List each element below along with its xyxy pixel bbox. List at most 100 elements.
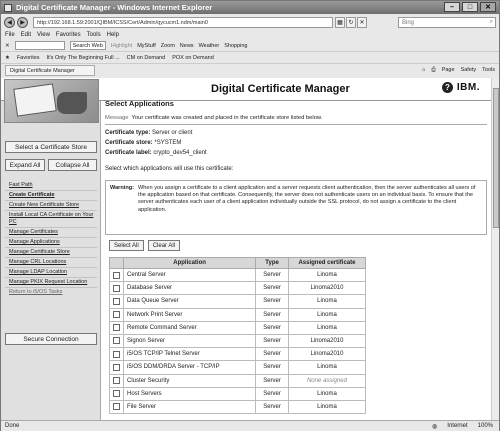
row-checkbox[interactable] bbox=[113, 350, 120, 358]
back-icon[interactable]: ◀ bbox=[4, 17, 15, 28]
row-application: i5/OS TCP/IP Telnet Server bbox=[122, 347, 257, 362]
search-icon[interactable]: ⌕ bbox=[490, 19, 495, 26]
favorites-bar: ★ Favorites It's Only The Beginning Full… bbox=[1, 53, 499, 64]
cert-store-label: Certificate store: bbox=[105, 140, 153, 146]
toolbar-shopping[interactable]: Shopping bbox=[224, 43, 247, 49]
toolbar-search-box[interactable] bbox=[14, 41, 65, 50]
message-text: Your certificate was created and placed … bbox=[131, 115, 323, 121]
row-checkbox[interactable] bbox=[113, 271, 120, 279]
menu-favorites[interactable]: Favorites bbox=[56, 32, 81, 38]
expand-all-button[interactable]: Expand All bbox=[5, 159, 45, 171]
row-application: Remote Command Server bbox=[122, 320, 257, 335]
nav-fast-path[interactable]: Fast Path bbox=[5, 181, 97, 191]
row-cert: Linoma bbox=[287, 294, 367, 309]
zoom-level[interactable]: 100% bbox=[478, 423, 493, 430]
nav-manage-certificates[interactable]: Manage Certificates bbox=[5, 228, 97, 238]
secure-connection-button[interactable]: Secure Connection bbox=[5, 333, 97, 345]
scrollbar-thumb[interactable] bbox=[493, 88, 499, 228]
nav-manage-applications[interactable]: Manage Applications bbox=[5, 238, 97, 248]
help-icon[interactable]: ? bbox=[442, 82, 453, 93]
row-application: Signon Server bbox=[122, 333, 257, 349]
nav-manage-pkix[interactable]: Manage PKIX Request Location bbox=[5, 278, 97, 288]
forward-icon[interactable]: ▶ bbox=[17, 17, 28, 28]
favorite-link-1[interactable]: It's Only The Beginning Full ... bbox=[47, 55, 120, 61]
selection-buttons: Select All Clear All bbox=[109, 240, 181, 251]
toolbar-weather[interactable]: Weather bbox=[199, 43, 220, 49]
table-row: Network Print Server Server Linoma bbox=[109, 307, 367, 322]
row-checkbox[interactable] bbox=[113, 297, 120, 305]
title-bar: Digital Certificate Manager - Windows In… bbox=[1, 1, 499, 14]
menu-help[interactable]: Help bbox=[107, 32, 119, 38]
menu-file[interactable]: File bbox=[5, 32, 15, 38]
tab-dcm[interactable]: Digital Certificate Manager bbox=[5, 65, 95, 76]
favorite-link-3[interactable]: POX on Demand bbox=[172, 55, 214, 61]
row-checkbox[interactable] bbox=[113, 390, 120, 398]
cert-store-value: *SYSTEM bbox=[154, 140, 182, 146]
cert-label-line: Certificate label: crypto_dev54_client bbox=[105, 150, 207, 156]
url-field[interactable]: http://192.168.1.59:2001/QIBM/ICSS/Cert/… bbox=[33, 17, 333, 28]
menu-view[interactable]: View bbox=[37, 32, 50, 38]
cert-type-value: Server or client bbox=[152, 130, 193, 136]
row-type: Server bbox=[255, 307, 289, 322]
compat-icon[interactable]: ▦ bbox=[335, 17, 345, 28]
stop-icon[interactable]: ✕ bbox=[357, 17, 367, 28]
nav-install-ca[interactable]: Install Local CA Certificate on Your PC bbox=[5, 211, 97, 228]
message-label: Message bbox=[105, 115, 129, 121]
window-title: Digital Certificate Manager - Windows In… bbox=[16, 3, 213, 12]
row-cert: Linoma bbox=[287, 399, 367, 415]
row-type: Server bbox=[255, 399, 289, 415]
nav-return[interactable]: Return to i5/OS Tasks bbox=[5, 288, 97, 297]
search-field[interactable]: Bing ⌕ bbox=[398, 17, 496, 28]
sidebar: Select a Certificate Store Expand All Co… bbox=[1, 101, 101, 420]
row-cert: Linoma2010 bbox=[287, 347, 367, 362]
select-all-button[interactable]: Select All bbox=[109, 240, 144, 251]
select-store-button[interactable]: Select a Certificate Store bbox=[5, 141, 97, 153]
favorites-star-icon: ★ bbox=[5, 55, 10, 61]
cmd-tools[interactable]: Tools bbox=[482, 67, 495, 74]
toolbar-mystuff[interactable]: MyStuff bbox=[137, 43, 156, 49]
row-checkbox[interactable] bbox=[113, 311, 120, 319]
toolbar-highlight[interactable]: Highlight bbox=[111, 43, 132, 49]
row-checkbox[interactable] bbox=[113, 403, 120, 411]
row-type: Server bbox=[255, 281, 289, 296]
row-type: Server bbox=[255, 373, 289, 388]
collapse-all-button[interactable]: Collapse All bbox=[48, 159, 97, 171]
row-checkbox[interactable] bbox=[113, 363, 120, 371]
nav-manage-ldap[interactable]: Manage LDAP Location bbox=[5, 268, 97, 278]
header-type: Type bbox=[255, 257, 289, 269]
status-bar: Done ◍ Internet 100% bbox=[1, 420, 499, 431]
cmd-safety[interactable]: Safety bbox=[461, 67, 477, 74]
toolbar-news[interactable]: News bbox=[180, 43, 194, 49]
toolbar-zoom[interactable]: Zoom bbox=[161, 43, 175, 49]
cmd-page[interactable]: Page bbox=[442, 67, 455, 74]
menu-edit[interactable]: Edit bbox=[21, 32, 31, 38]
nav-create-certificate[interactable]: Create Certificate bbox=[5, 191, 97, 201]
table-row: Database Server Server Linoma2010 bbox=[109, 281, 367, 296]
print-icon[interactable]: ⎙ bbox=[431, 67, 435, 74]
refresh-icon[interactable]: ↻ bbox=[346, 17, 356, 28]
close-button[interactable]: ✕ bbox=[480, 2, 496, 12]
menu-tools[interactable]: Tools bbox=[87, 32, 101, 38]
home-icon[interactable]: ⌂ bbox=[422, 67, 425, 74]
toolbar-close-icon[interactable]: ✕ bbox=[5, 43, 10, 49]
nav-manage-crl[interactable]: Manage CRL Locations bbox=[5, 258, 97, 268]
ibm-logo: IBM. bbox=[456, 82, 480, 93]
page-title: Digital Certificate Manager bbox=[211, 83, 350, 95]
header-application: Application bbox=[122, 257, 257, 269]
favorite-link-2[interactable]: CM on Demand bbox=[127, 55, 166, 61]
vertical-scrollbar[interactable] bbox=[491, 78, 499, 420]
nav-create-store[interactable]: Create New Certificate Store bbox=[5, 201, 97, 211]
cert-store-line: Certificate store: *SYSTEM bbox=[105, 140, 181, 146]
maximize-button[interactable]: □ bbox=[462, 2, 478, 12]
row-checkbox[interactable] bbox=[113, 337, 120, 345]
row-cert: Linoma bbox=[287, 320, 367, 335]
row-checkbox[interactable] bbox=[113, 377, 120, 385]
nav-manage-store[interactable]: Manage Certificate Store bbox=[5, 248, 97, 258]
favorites-label[interactable]: Favorites bbox=[17, 55, 40, 61]
clear-all-button[interactable]: Clear All bbox=[147, 240, 181, 251]
row-type: Server bbox=[255, 294, 289, 309]
minimize-button[interactable]: – bbox=[444, 2, 460, 12]
row-checkbox[interactable] bbox=[113, 324, 120, 332]
row-checkbox[interactable] bbox=[113, 284, 120, 292]
toolbar-search-web-button[interactable]: Search Web bbox=[69, 41, 106, 50]
